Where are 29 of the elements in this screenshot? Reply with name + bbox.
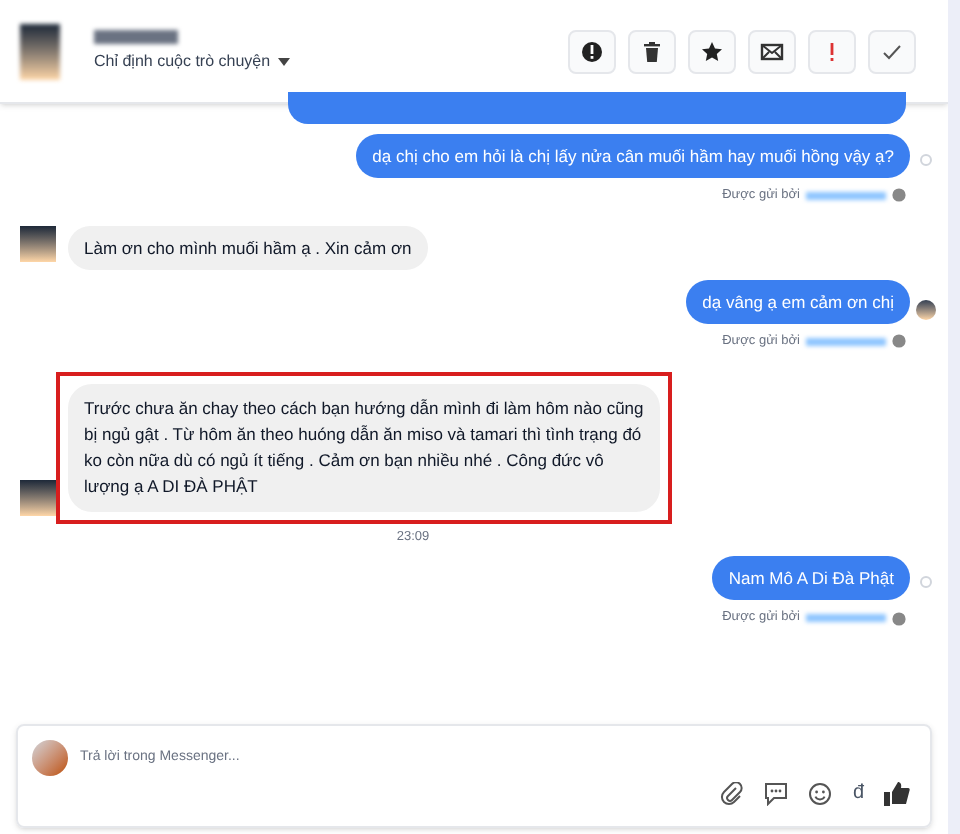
trash-icon bbox=[640, 39, 664, 63]
smiley-icon[interactable] bbox=[808, 782, 833, 806]
alert-icon bbox=[580, 39, 604, 63]
message-bubble: Làm ơn cho mình muối hầm ạ . Xin cảm ơn bbox=[68, 225, 428, 270]
assign-conversation-dropdown[interactable]: Chỉ định cuộc trò chuyện bbox=[94, 49, 291, 73]
avatar bbox=[32, 740, 68, 776]
star-icon bbox=[700, 39, 724, 63]
done-button[interactable] bbox=[868, 29, 916, 73]
message-bubble: dạ chị cho em hỏi là chị lấy nửa cân muối hầm hay muối hồng vậy ạ? bbox=[356, 134, 910, 178]
payment-button[interactable]: đ bbox=[852, 784, 864, 804]
avatar bbox=[20, 23, 60, 79]
paperclip-icon[interactable] bbox=[720, 782, 745, 806]
thumbs-up-icon[interactable] bbox=[884, 782, 910, 806]
message-bubble: Nam Mô A Di Đà Phật bbox=[712, 556, 910, 601]
caret-icon bbox=[278, 57, 291, 65]
delete-button[interactable] bbox=[628, 29, 676, 73]
blurred-name bbox=[806, 337, 886, 346]
blurred-name bbox=[806, 191, 886, 200]
avatar bbox=[20, 479, 56, 515]
chat-icon[interactable] bbox=[764, 782, 789, 806]
message-bubble: dạ vâng ạ em cảm ơn chị bbox=[686, 279, 910, 324]
mail-button[interactable] bbox=[748, 29, 796, 73]
blurred-name bbox=[806, 614, 886, 623]
avatar bbox=[20, 225, 56, 262]
star-button[interactable] bbox=[688, 29, 736, 73]
envelope-icon bbox=[760, 39, 784, 63]
blurred-name bbox=[94, 29, 178, 43]
report-button[interactable] bbox=[568, 29, 616, 73]
message-bubble: Trước chưa ăn chay theo cách bạn hướng dẫn mình đi làm hôm nào cũng bị ngủ gật . Từ hôm ăn theo huóng dẫn ăn miso và tamari thì tình trạng đó ko còn nữa dù có ngủ ít tiếng . Cảm ơn bạn nhiều nhé . Công đức vô lượng ạ A DI ĐÀ PHẬT bbox=[68, 383, 660, 511]
